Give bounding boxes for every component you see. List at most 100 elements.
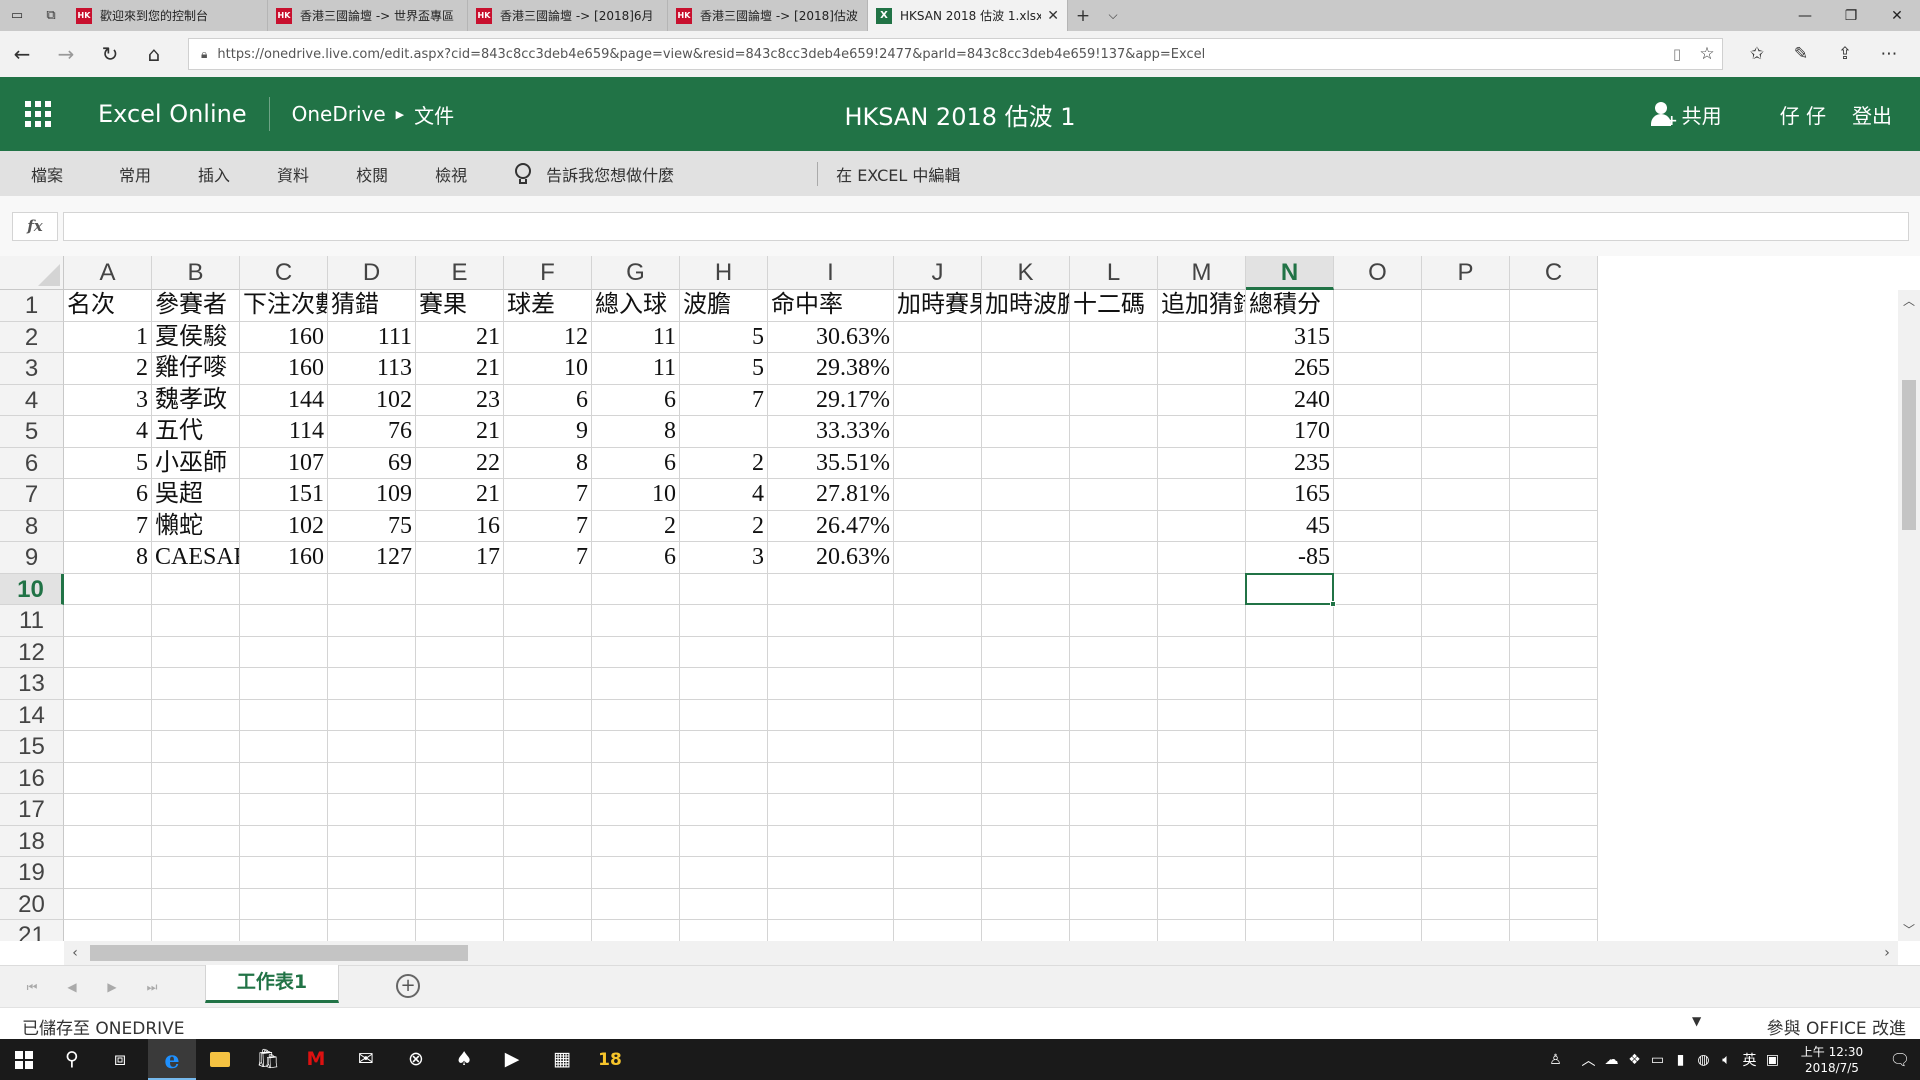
cell[interactable] <box>1070 668 1158 700</box>
player-name-cell[interactable]: 魏孝政 <box>152 384 240 416</box>
cell[interactable] <box>1334 573 1422 605</box>
cell[interactable] <box>894 668 982 700</box>
row-header[interactable]: 5 <box>0 416 64 448</box>
cell[interactable] <box>592 825 680 857</box>
cell[interactable]: 75 <box>328 510 416 542</box>
cell[interactable]: 160 <box>240 542 328 574</box>
cell[interactable] <box>680 762 768 794</box>
cell[interactable] <box>240 794 328 826</box>
tab-view[interactable]: 檢視 <box>435 162 467 186</box>
cell[interactable]: 1 <box>64 321 152 353</box>
cell[interactable] <box>680 825 768 857</box>
cell[interactable] <box>1070 605 1158 637</box>
cell[interactable]: 8 <box>592 416 680 448</box>
cell[interactable]: 5 <box>64 447 152 479</box>
cell[interactable] <box>982 794 1070 826</box>
search-icon[interactable]: ⚲ <box>48 1039 96 1080</box>
column-header[interactable]: J <box>894 256 982 290</box>
cell[interactable] <box>1158 636 1246 668</box>
cell[interactable] <box>768 636 894 668</box>
ime-mode-icon[interactable]: ▣ <box>1761 1052 1784 1068</box>
cell[interactable]: 170 <box>1246 416 1334 448</box>
cell[interactable] <box>416 825 504 857</box>
cell[interactable] <box>152 794 240 826</box>
browser-tab-3[interactable]: HK 香港三國論壇 -> [2018]6月 <box>468 0 668 31</box>
header-cell[interactable]: 球差 <box>504 290 592 322</box>
cell[interactable] <box>592 699 680 731</box>
cell[interactable] <box>1246 636 1334 668</box>
cell[interactable] <box>1334 825 1422 857</box>
cell[interactable] <box>1422 825 1510 857</box>
row-header[interactable]: 1 <box>0 290 64 322</box>
row-header[interactable]: 12 <box>0 636 64 668</box>
cell[interactable]: 102 <box>328 384 416 416</box>
cell[interactable] <box>680 668 768 700</box>
cell[interactable]: 17 <box>416 542 504 574</box>
player-name-cell[interactable]: 吳超 <box>152 479 240 511</box>
cell[interactable]: 2 <box>680 510 768 542</box>
cell[interactable] <box>1422 731 1510 763</box>
cell[interactable] <box>1510 888 1598 920</box>
cell[interactable] <box>240 699 328 731</box>
cell[interactable] <box>416 857 504 889</box>
select-all-corner[interactable] <box>0 256 64 290</box>
calculator-icon[interactable]: ▦ <box>538 1039 586 1080</box>
cell[interactable] <box>328 762 416 794</box>
cell[interactable] <box>240 668 328 700</box>
cell[interactable] <box>1246 573 1334 605</box>
cell[interactable] <box>1246 668 1334 700</box>
cell[interactable] <box>1510 510 1598 542</box>
cell[interactable] <box>1422 888 1510 920</box>
cell[interactable]: 7 <box>64 510 152 542</box>
onedrive-cloud-icon[interactable]: ☁ <box>1600 1052 1623 1068</box>
xbox-icon[interactable]: ⊗ <box>392 1039 440 1080</box>
cell[interactable] <box>1510 290 1598 322</box>
cell[interactable] <box>1334 636 1422 668</box>
cell[interactable] <box>982 920 1070 941</box>
help-improve-link[interactable]: 參與 OFFICE 改進 <box>1767 1014 1906 1039</box>
header-cell[interactable]: 十二碼 <box>1070 290 1158 322</box>
cell[interactable] <box>416 699 504 731</box>
cell[interactable] <box>64 636 152 668</box>
cell[interactable] <box>1334 699 1422 731</box>
cell[interactable]: 21 <box>416 353 504 385</box>
cell[interactable] <box>1158 825 1246 857</box>
minimize-button[interactable]: — <box>1782 0 1828 31</box>
cell[interactable] <box>1070 416 1158 448</box>
cell[interactable] <box>504 699 592 731</box>
cell[interactable] <box>894 605 982 637</box>
cell[interactable]: 6 <box>64 479 152 511</box>
cell[interactable]: 30.63% <box>768 321 894 353</box>
cell[interactable]: 11 <box>592 353 680 385</box>
player-name-cell[interactable]: 五代 <box>152 416 240 448</box>
cell[interactable] <box>64 888 152 920</box>
cell[interactable] <box>1510 825 1598 857</box>
column-header[interactable]: O <box>1334 256 1422 290</box>
header-cell[interactable]: 加時波膽 <box>982 290 1070 322</box>
cell[interactable] <box>1246 888 1334 920</box>
cell[interactable] <box>504 920 592 941</box>
cell[interactable] <box>1070 857 1158 889</box>
app-18-icon[interactable]: 18 <box>586 1039 634 1080</box>
cell[interactable]: 2 <box>64 353 152 385</box>
cell[interactable] <box>982 542 1070 574</box>
column-header[interactable]: E <box>416 256 504 290</box>
cell[interactable] <box>1422 699 1510 731</box>
edge-browser-icon[interactable]: e <box>148 1039 196 1080</box>
cell[interactable] <box>1158 605 1246 637</box>
new-tab-button[interactable]: + <box>1068 0 1098 31</box>
cell[interactable] <box>1334 384 1422 416</box>
cell[interactable] <box>1158 794 1246 826</box>
cell[interactable]: 4 <box>64 416 152 448</box>
antivirus-icon[interactable]: ◍ <box>1692 1052 1715 1068</box>
cell[interactable]: 8 <box>64 542 152 574</box>
cell[interactable]: 114 <box>240 416 328 448</box>
cell[interactable] <box>416 888 504 920</box>
cell[interactable] <box>894 888 982 920</box>
cell[interactable] <box>768 699 894 731</box>
cell[interactable]: 7 <box>680 384 768 416</box>
cell[interactable] <box>1246 794 1334 826</box>
cell[interactable] <box>680 699 768 731</box>
cell[interactable] <box>1246 605 1334 637</box>
cell[interactable]: 22 <box>416 447 504 479</box>
